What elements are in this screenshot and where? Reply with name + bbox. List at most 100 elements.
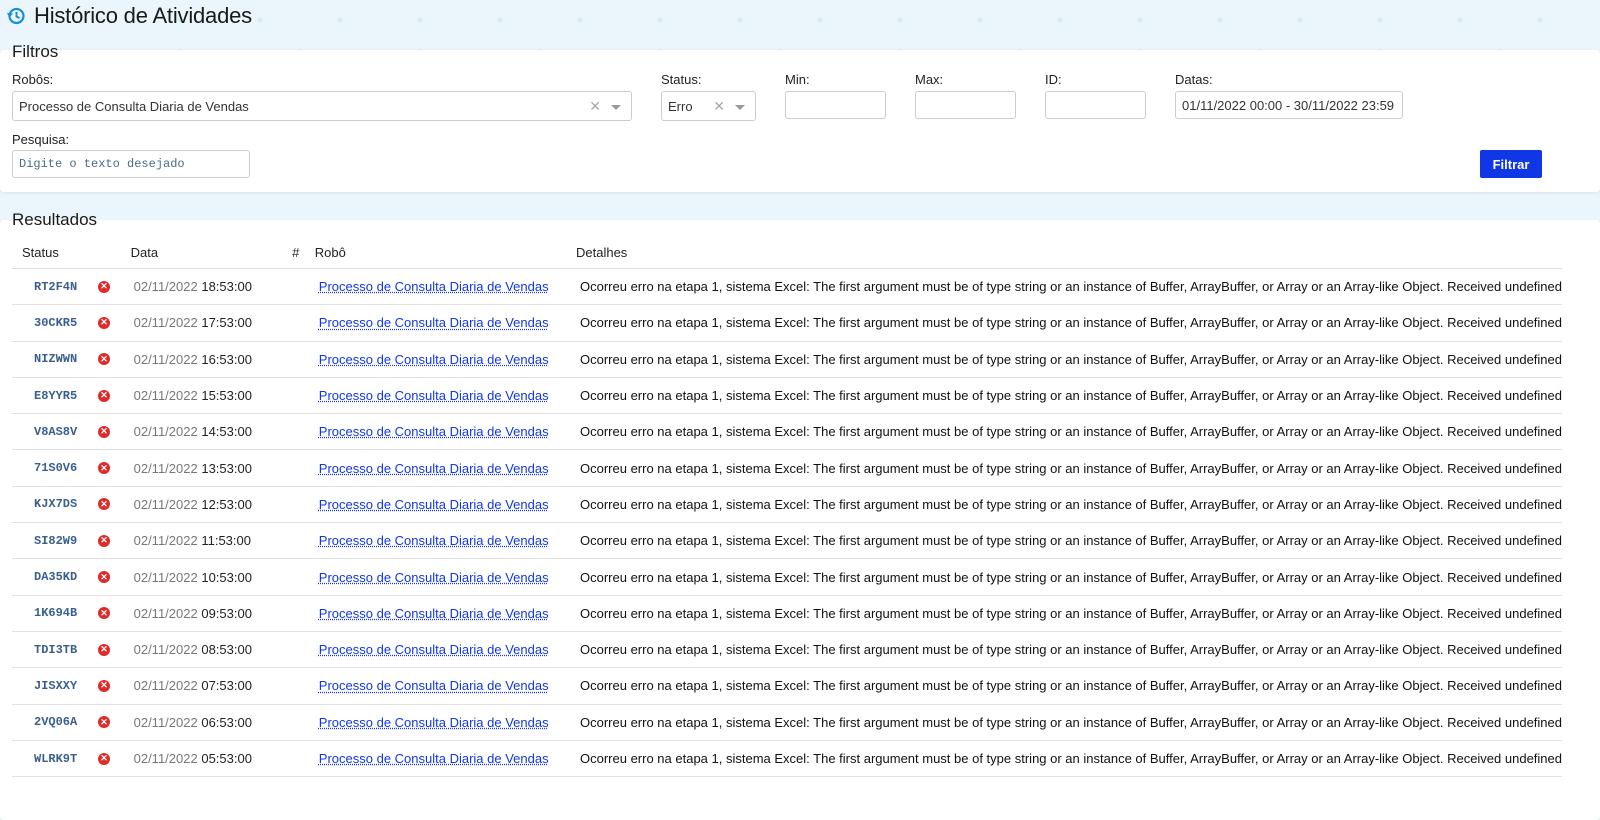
robot-cell: Processo de Consulta Diaria de Vendas (315, 523, 576, 559)
date-cell: 02/11/2022 17:53:00 (131, 305, 292, 341)
table-row[interactable]: E8YYR5 ✕ 02/11/2022 15:53:00 Processo de Co… (12, 377, 1562, 413)
status-cell: KJX7DS ✕ (12, 486, 131, 522)
robot-cell: Processo de Consulta Diaria de Vendas (315, 269, 576, 305)
details-cell: Ocorreu erro na etapa 1, sistema Excel: … (576, 704, 1562, 740)
clear-icon[interactable]: ✕ (713, 98, 725, 115)
table-row[interactable]: 1K694B ✕ 02/11/2022 09:53:00 Processo de Co… (12, 595, 1562, 631)
robot-link[interactable]: Processo de Consulta Diaria de Vendas (319, 570, 549, 585)
row-date: 02/11/2022 (134, 715, 198, 730)
table-row[interactable]: KJX7DS ✕ 02/11/2022 12:53:00 Processo de Co… (12, 486, 1562, 522)
table-row[interactable]: NIZWWN ✕ 02/11/2022 16:53:00 Processo de Co… (12, 341, 1562, 377)
id-input[interactable] (1045, 91, 1146, 119)
robot-cell: Processo de Consulta Diaria de Vendas (315, 305, 576, 341)
activity-code[interactable]: SI82W9 (34, 534, 90, 548)
history-icon (6, 6, 26, 26)
robot-link[interactable]: Processo de Consulta Diaria de Vendas (319, 497, 549, 512)
activity-code[interactable]: JISXXY (34, 679, 90, 693)
table-row[interactable]: 71S0V6 ✕ 02/11/2022 13:53:00 Processo de Co… (12, 450, 1562, 486)
error-icon: ✕ (98, 644, 110, 656)
activity-code[interactable]: DA35KD (34, 570, 90, 584)
activity-code[interactable]: RT2F4N (34, 280, 90, 294)
table-row[interactable]: RT2F4N ✕ 02/11/2022 18:53:00 Processo de Co… (12, 269, 1562, 305)
activity-code[interactable]: 1K694B (34, 606, 90, 620)
activity-code[interactable]: 2VQ06A (34, 715, 90, 729)
row-time: 17:53:00 (201, 315, 252, 330)
row-date: 02/11/2022 (134, 352, 198, 367)
column-header-number[interactable]: # (292, 236, 315, 269)
row-date: 02/11/2022 (134, 461, 198, 476)
number-cell (292, 704, 315, 740)
number-cell (292, 269, 315, 305)
column-header-details[interactable]: Detalhes (576, 236, 1562, 269)
robot-link[interactable]: Processo de Consulta Diaria de Vendas (319, 533, 549, 548)
robot-cell: Processo de Consulta Diaria de Vendas (315, 704, 576, 740)
robots-label: Robôs: (12, 72, 53, 87)
chevron-down-icon[interactable] (611, 105, 621, 110)
row-date: 02/11/2022 (134, 497, 198, 512)
robot-link[interactable]: Processo de Consulta Diaria de Vendas (319, 315, 549, 330)
table-row[interactable]: V8AS8V ✕ 02/11/2022 14:53:00 Processo de Co… (12, 414, 1562, 450)
activity-code[interactable]: WLRK9T (34, 752, 90, 766)
row-details: Ocorreu erro na etapa 1, sistema Excel: … (580, 461, 1562, 476)
date-range-input[interactable]: 01/11/2022 00:00 - 30/11/2022 23:59 (1175, 91, 1403, 119)
robot-link[interactable]: Processo de Consulta Diaria de Vendas (319, 388, 549, 403)
status-cell: TDI3TB ✕ (12, 631, 131, 667)
column-header-robot[interactable]: Robô (315, 236, 576, 269)
max-input[interactable] (915, 91, 1016, 119)
page-header: Histórico de Atividades (0, 0, 252, 32)
activity-code[interactable]: 30CKR5 (34, 316, 90, 330)
robot-link[interactable]: Processo de Consulta Diaria de Vendas (319, 751, 549, 766)
robot-link[interactable]: Processo de Consulta Diaria de Vendas (319, 352, 549, 367)
table-row[interactable]: DA35KD ✕ 02/11/2022 10:53:00 Processo de Co… (12, 559, 1562, 595)
number-cell (292, 486, 315, 522)
status-cell: E8YYR5 ✕ (12, 377, 131, 413)
robot-link[interactable]: Processo de Consulta Diaria de Vendas (319, 279, 549, 294)
row-time: 06:53:00 (201, 715, 252, 730)
status-cell: NIZWWN ✕ (12, 341, 131, 377)
table-row[interactable]: TDI3TB ✕ 02/11/2022 08:53:00 Processo de Co… (12, 631, 1562, 667)
row-details: Ocorreu erro na etapa 1, sistema Excel: … (580, 279, 1562, 294)
robot-link[interactable]: Processo de Consulta Diaria de Vendas (319, 642, 549, 657)
row-time: 10:53:00 (201, 570, 252, 585)
table-row[interactable]: 2VQ06A ✕ 02/11/2022 06:53:00 Processo de Co… (12, 704, 1562, 740)
table-row[interactable]: JISXXY ✕ 02/11/2022 07:53:00 Processo de Co… (12, 668, 1562, 704)
row-details: Ocorreu erro na etapa 1, sistema Excel: … (580, 678, 1562, 693)
status-select[interactable]: Erro ✕ (661, 91, 756, 121)
details-cell: Ocorreu erro na etapa 1, sistema Excel: … (576, 486, 1562, 522)
robots-select[interactable]: Processo de Consulta Diaria de Vendas ✕ (12, 91, 632, 121)
activity-code[interactable]: KJX7DS (34, 497, 90, 511)
details-cell: Ocorreu erro na etapa 1, sistema Excel: … (576, 631, 1562, 667)
row-time: 13:53:00 (201, 461, 252, 476)
activity-code[interactable]: V8AS8V (34, 425, 90, 439)
chevron-down-icon[interactable] (735, 105, 745, 110)
activity-code[interactable]: TDI3TB (34, 643, 90, 657)
activity-code[interactable]: E8YYR5 (34, 389, 90, 403)
robot-cell: Processo de Consulta Diaria de Vendas (315, 559, 576, 595)
filter-button[interactable]: Filtrar (1480, 150, 1542, 178)
date-range-value: 01/11/2022 00:00 - 30/11/2022 23:59 (1176, 98, 1394, 113)
search-input[interactable]: Digite o texto desejado (12, 150, 250, 178)
details-cell: Ocorreu erro na etapa 1, sistema Excel: … (576, 559, 1562, 595)
number-cell (292, 668, 315, 704)
robot-link[interactable]: Processo de Consulta Diaria de Vendas (319, 606, 549, 621)
date-cell: 02/11/2022 12:53:00 (131, 486, 292, 522)
robot-link[interactable]: Processo de Consulta Diaria de Vendas (319, 461, 549, 476)
status-cell: 71S0V6 ✕ (12, 450, 131, 486)
row-date: 02/11/2022 (134, 570, 198, 585)
table-row[interactable]: 30CKR5 ✕ 02/11/2022 17:53:00 Processo de Co… (12, 305, 1562, 341)
error-icon: ✕ (98, 462, 110, 474)
clear-icon[interactable]: ✕ (589, 98, 601, 115)
column-header-status[interactable]: Status (12, 236, 131, 269)
robot-link[interactable]: Processo de Consulta Diaria de Vendas (319, 678, 549, 693)
error-icon: ✕ (98, 535, 110, 547)
column-header-date[interactable]: Data (131, 236, 292, 269)
min-input[interactable] (785, 91, 886, 119)
activity-code[interactable]: NIZWWN (34, 352, 90, 366)
robot-link[interactable]: Processo de Consulta Diaria de Vendas (319, 424, 549, 439)
row-time: 09:53:00 (201, 606, 252, 621)
table-row[interactable]: WLRK9T ✕ 02/11/2022 05:53:00 Processo de Co… (12, 740, 1562, 776)
table-row[interactable]: SI82W9 ✕ 02/11/2022 11:53:00 Processo de Co… (12, 523, 1562, 559)
robot-link[interactable]: Processo de Consulta Diaria de Vendas (319, 715, 549, 730)
error-icon: ✕ (98, 716, 110, 728)
activity-code[interactable]: 71S0V6 (34, 461, 90, 475)
